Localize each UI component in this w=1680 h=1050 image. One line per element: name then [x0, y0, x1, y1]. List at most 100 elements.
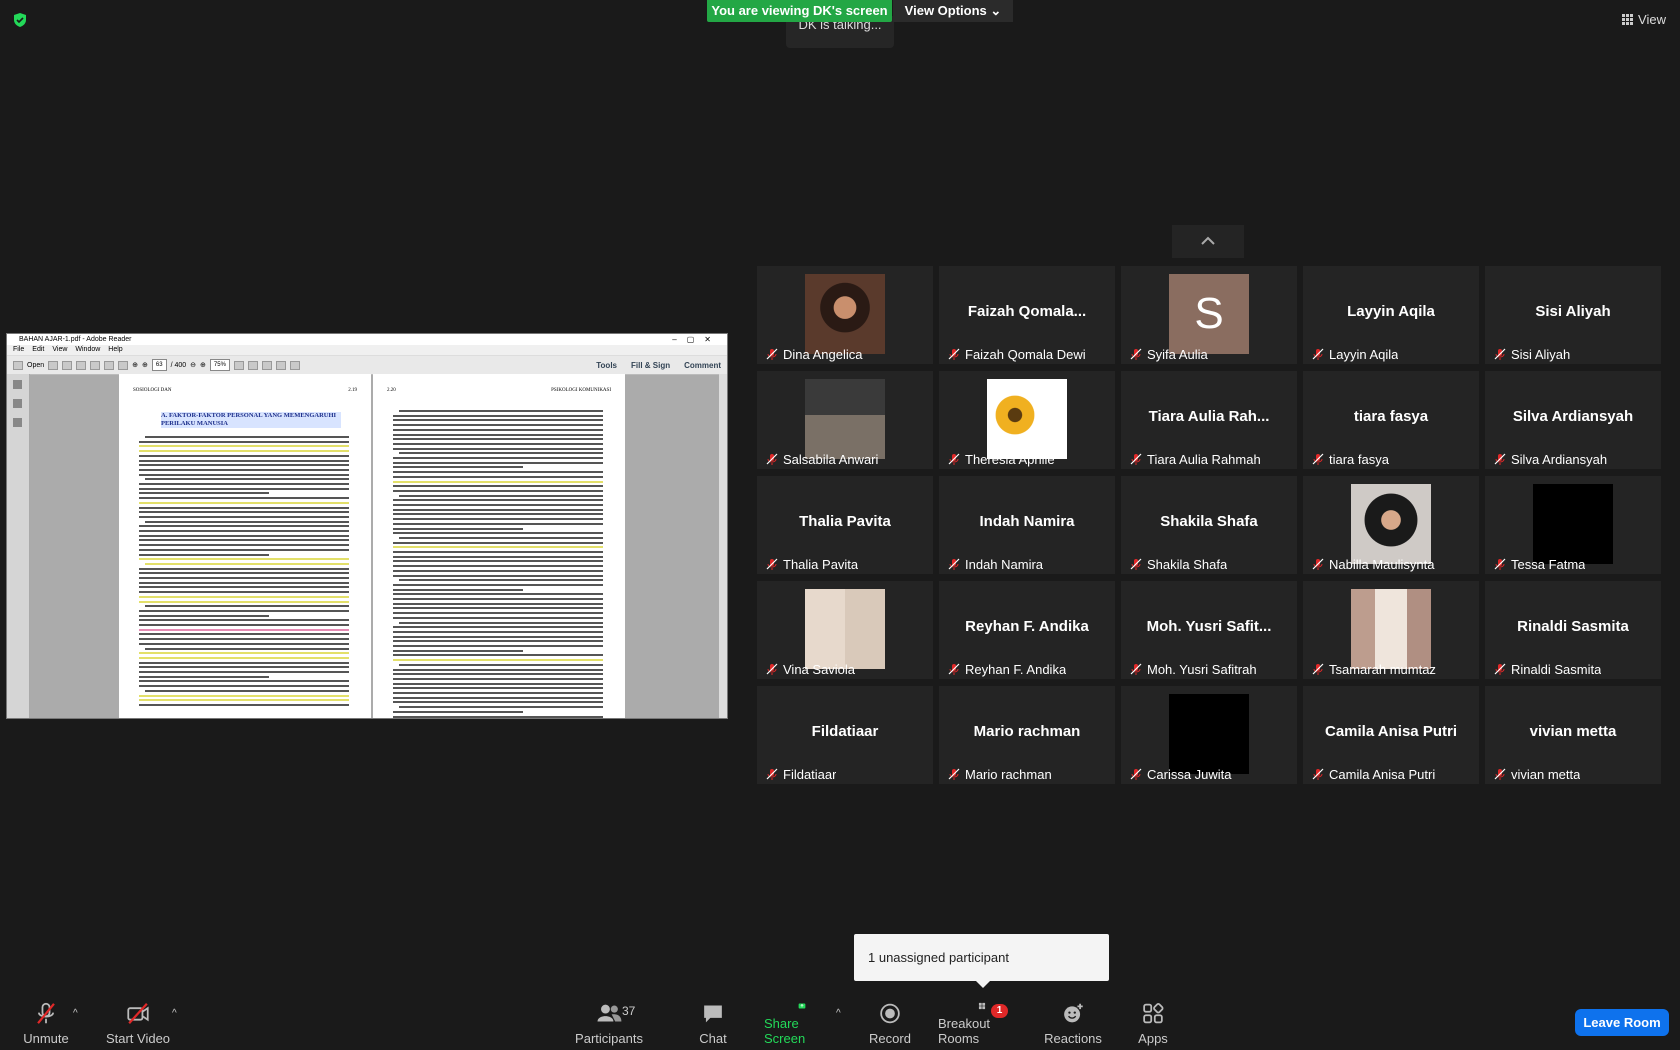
participant-tile[interactable]: Layyin Aqila Layyin Aqila [1303, 266, 1479, 364]
participant-name: Faizah Qomala Dewi [965, 347, 1086, 362]
participant-display-name: Tiara Aulia Rah... [1148, 408, 1270, 425]
pdf-text-line [393, 588, 523, 591]
breakout-rooms-button[interactable]: Breakout Rooms [938, 1002, 1026, 1046]
participant-tile[interactable]: Theresia Aprilie [939, 371, 1115, 469]
mic-muted-icon [1494, 663, 1506, 675]
video-options-caret-icon[interactable]: ^ [172, 1008, 177, 1019]
pdf-text-line [393, 466, 523, 469]
expand-icon [289, 360, 300, 370]
participant-tile[interactable]: Silva Ardiansyah Silva Ardiansyah [1485, 371, 1661, 469]
pdf-text-line [139, 572, 349, 575]
pdf-text-line [139, 642, 349, 645]
participant-name: Camila Anisa Putri [1329, 767, 1436, 782]
reactions-button[interactable]: Reactions [1044, 1002, 1102, 1046]
pdf-text-line [139, 511, 349, 514]
unassigned-participant-popover[interactable]: 1 unassigned participant [854, 934, 1109, 981]
participant-name: Indah Namira [965, 557, 1044, 572]
record-button[interactable]: Record [869, 1002, 911, 1046]
pdf-text-line [393, 654, 603, 657]
avatar [805, 379, 885, 459]
participant-tile[interactable]: Carissa Juwita [1121, 686, 1297, 784]
pdf-menu-file: File [13, 346, 25, 353]
chat-button[interactable]: Chat [695, 1002, 731, 1046]
pdf-text-line [393, 508, 603, 511]
mic-muted-icon [766, 768, 778, 780]
pdf-text-line [139, 548, 349, 551]
participant-name: Tiara Aulia Rahmah [1147, 452, 1261, 467]
pdf-text-line [393, 560, 603, 563]
pdf-text-line [139, 497, 349, 500]
mic-muted-icon [1130, 768, 1142, 780]
participant-tile[interactable]: Indah Namira Indah Namira [939, 476, 1115, 574]
participant-tile[interactable]: Tessa Fatma [1485, 476, 1661, 574]
participant-display-name: Sisi Aliyah [1535, 303, 1611, 320]
share-screen-button[interactable]: Share Screen [764, 1002, 840, 1046]
participant-tile[interactable]: Faizah Qomala... Faizah Qomala Dewi [939, 266, 1115, 364]
participant-tile[interactable]: Mario rachman Mario rachman [939, 686, 1115, 784]
participant-tile[interactable]: Tiara Aulia Rah... Tiara Aulia Rahmah [1121, 371, 1297, 469]
pdf-text-line [139, 530, 349, 532]
participant-tile[interactable]: Shakila Shafa Shakila Shafa [1121, 476, 1297, 574]
zoom-in-icon: ⊕ [200, 362, 206, 369]
participant-tile[interactable]: vivian metta vivian metta [1485, 686, 1661, 784]
pdf-text-line [145, 647, 349, 650]
avatar [805, 589, 885, 669]
pdf-text-line [139, 539, 349, 542]
security-shield-icon[interactable] [12, 12, 28, 28]
mic-muted-icon [948, 348, 960, 360]
participant-display-name: Thalia Pavita [799, 513, 891, 530]
leave-room-button[interactable]: Leave Room [1575, 1009, 1669, 1036]
unmute-button[interactable]: Unmute [22, 1002, 70, 1046]
participant-display-name: Silva Ardiansyah [1512, 408, 1634, 425]
pdf-text-line [139, 656, 349, 659]
pdf-text-line [393, 457, 603, 459]
participant-tile[interactable]: S Syifa Aulia [1121, 266, 1297, 364]
pdf-text-line [145, 689, 349, 692]
mic-muted-icon [1130, 453, 1142, 465]
collapse-gallery-button[interactable] [1172, 225, 1244, 258]
mic-muted-icon [1312, 558, 1324, 570]
pdf-text-line [139, 661, 349, 664]
pdf-text-line [139, 671, 349, 673]
share-options-caret-icon[interactable]: ^ [836, 1008, 841, 1019]
participant-tile[interactable]: Reyhan F. Andika Reyhan F. Andika [939, 581, 1115, 679]
participant-display-name: tiara fasya [1353, 408, 1429, 425]
pdf-menu-help: Help [108, 346, 123, 353]
participant-tile[interactable]: Moh. Yusri Safit... Moh. Yusri Safitrah [1121, 581, 1297, 679]
video-off-icon [127, 1003, 149, 1024]
pdf-text-line [393, 424, 603, 427]
participant-tile[interactable]: Salsabila Anwari [757, 371, 933, 469]
pdf-text-line [139, 501, 349, 504]
breakout-rooms-label: Breakout Rooms [938, 1016, 991, 1046]
toolbar-icon [48, 360, 59, 370]
participant-display-name: Indah Namira [979, 513, 1075, 530]
participant-tile[interactable]: Nabilla Maulisynta [1303, 476, 1479, 574]
participant-tile[interactable]: Dina Angelica [757, 266, 933, 364]
pdf-text-line [139, 459, 349, 462]
mic-muted-icon [1130, 663, 1142, 675]
pdf-text-line [393, 701, 603, 704]
participant-tile[interactable]: Sisi Aliyah Sisi Aliyah [1485, 266, 1661, 364]
participant-tile[interactable]: Thalia Pavita Thalia Pavita [757, 476, 933, 574]
participant-display-name: Fildatiaar [811, 723, 879, 740]
participant-tile[interactable]: tiara fasya tiara fasya [1303, 371, 1479, 469]
participant-tile[interactable]: Rinaldi Sasmita Rinaldi Sasmita [1485, 581, 1661, 679]
pdf-text-line [393, 574, 603, 577]
pdf-page-total: / 400 [170, 361, 187, 369]
apps-button[interactable]: Apps [1136, 1002, 1170, 1046]
participant-tile[interactable]: Vina Saviola [757, 581, 933, 679]
pdf-menu-edit: Edit [32, 346, 45, 353]
participant-tile[interactable]: Fildatiaar Fildatiaar [757, 686, 933, 784]
pdf-toolbar: Open ⊕ ⊕ 63 / 400 ⊖ ⊕ 75% Tools Fill & S… [7, 356, 727, 375]
pdf-text-line [393, 583, 603, 586]
folder-icon [13, 360, 23, 370]
mic-muted-icon [1494, 453, 1506, 465]
pdf-text-line [139, 450, 349, 453]
participant-tile[interactable]: Tsamarah mumtaz [1303, 581, 1479, 679]
participant-name: Carissa Juwita [1147, 767, 1232, 782]
start-video-button[interactable]: Start Video [105, 1002, 171, 1046]
view-layout-button[interactable]: View [1622, 12, 1666, 27]
participant-tile[interactable]: Camila Anisa Putri Camila Anisa Putri [1303, 686, 1479, 784]
audio-options-caret-icon[interactable]: ^ [73, 1008, 78, 1019]
view-options-button[interactable]: View Options ⌄ [893, 0, 1013, 22]
